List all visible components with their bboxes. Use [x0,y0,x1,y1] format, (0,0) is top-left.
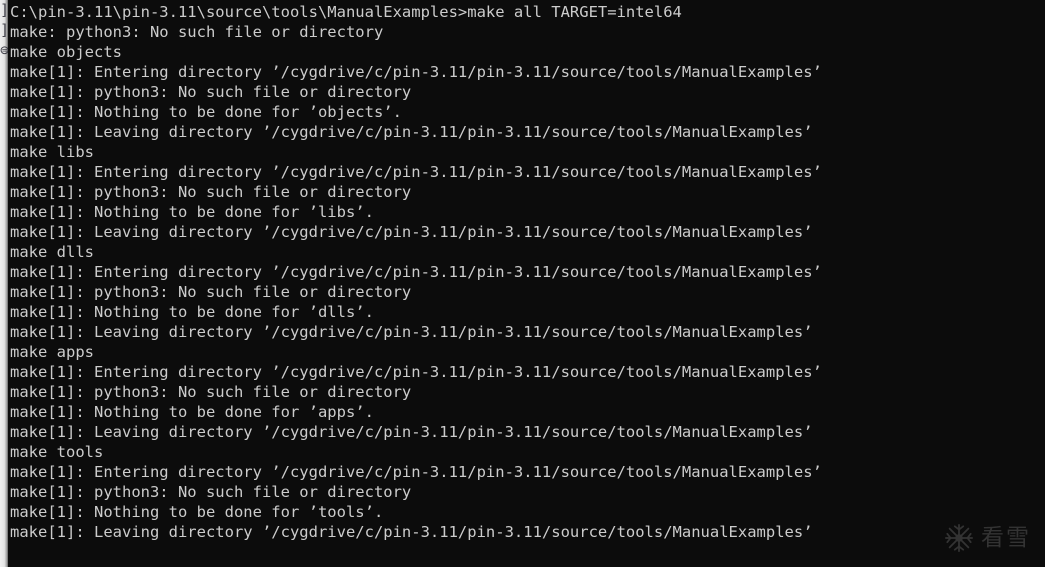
terminal-line: make[1]: Nothing to be done for ’dlls’. [10,303,374,321]
terminal-line: make[1]: Leaving directory ’/cygdrive/c/… [10,523,813,541]
terminal-line: make apps [10,343,94,361]
terminal-line: make[1]: python3: No such file or direct… [10,83,412,101]
terminal-line: make libs [10,143,94,161]
terminal-line: make[1]: Nothing to be done for ’apps’. [10,403,374,421]
terminal-line: make[1]: Nothing to be done for ’libs’. [10,203,374,221]
terminal-line: make[1]: Leaving directory ’/cygdrive/c/… [10,223,813,241]
command-prompt-window[interactable]: ] ] ⊜ C:\pin-3.11\pin-3.11\source\tools\… [0,0,1045,567]
terminal-line: make[1]: Entering directory ’/cygdrive/c… [10,263,822,281]
terminal-line: make[1]: Nothing to be done for ’tools’. [10,503,384,521]
terminal-output-area[interactable]: C:\pin-3.11\pin-3.11\source\tools\Manual… [8,0,1045,567]
terminal-line: make: python3: No such file or directory [10,23,384,41]
terminal-line: make[1]: Entering directory ’/cygdrive/c… [10,163,822,181]
terminal-line: make[1]: python3: No such file or direct… [10,283,412,301]
terminal-line: make[1]: Entering directory ’/cygdrive/c… [10,463,822,481]
left-edge-glyph-artifact: ] ] ⊜ [0,1,8,59]
terminal-line: make[1]: Nothing to be done for ’objects… [10,103,402,121]
terminal-line: make[1]: Entering directory ’/cygdrive/c… [10,63,822,81]
terminal-line: make[1]: Leaving directory ’/cygdrive/c/… [10,323,813,341]
terminal-line: make[1]: Leaving directory ’/cygdrive/c/… [10,423,813,441]
terminal-line: make[1]: python3: No such file or direct… [10,483,412,501]
terminal-line: make tools [10,443,104,461]
terminal-line: make[1]: Leaving directory ’/cygdrive/c/… [10,123,813,141]
terminal-line: C:\pin-3.11\pin-3.11\source\tools\Manual… [10,3,682,21]
terminal-line: make dlls [10,243,94,261]
terminal-line: make[1]: python3: No such file or direct… [10,383,412,401]
terminal-line: make objects [10,43,122,61]
terminal-line: make[1]: Entering directory ’/cygdrive/c… [10,363,822,381]
terminal-line: make[1]: python3: No such file or direct… [10,183,412,201]
